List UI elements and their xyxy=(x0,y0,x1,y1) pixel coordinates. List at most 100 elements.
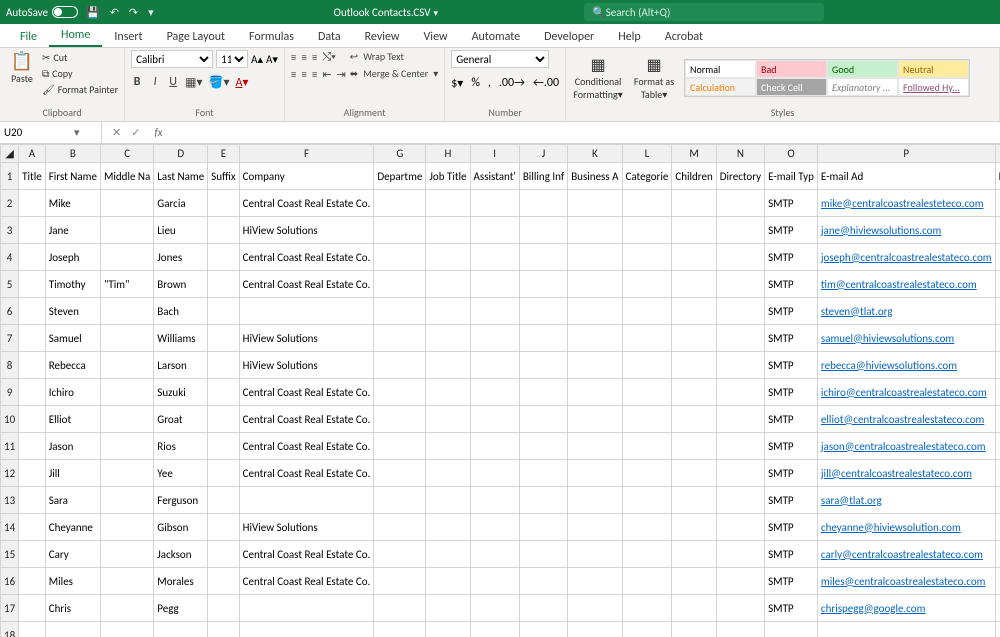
formula-input[interactable] xyxy=(167,126,1000,139)
undo-icon[interactable]: ↶ xyxy=(110,6,119,19)
col-header-B[interactable]: B xyxy=(45,145,100,163)
row-header[interactable]: 3 xyxy=(1,217,19,244)
cell[interactable]: Miles xyxy=(45,568,100,595)
cell[interactable]: Cheyanne xyxy=(45,514,100,541)
cell[interactable]: Company xyxy=(239,163,374,190)
row-header[interactable]: 10 xyxy=(1,406,19,433)
cell[interactable]: E-mail 2 A xyxy=(995,163,1000,190)
cell[interactable] xyxy=(426,406,470,433)
row-header[interactable]: 8 xyxy=(1,352,19,379)
cell[interactable]: Directory xyxy=(716,163,764,190)
cell[interactable] xyxy=(208,325,239,352)
cell[interactable] xyxy=(19,379,46,406)
col-header-C[interactable]: C xyxy=(100,145,153,163)
format-as-table-button[interactable]: ▦Format as Table▾ xyxy=(628,55,680,101)
cell[interactable] xyxy=(239,595,374,622)
cell[interactable] xyxy=(568,244,622,271)
border-button[interactable]: ▦▾ xyxy=(185,75,202,90)
cell[interactable] xyxy=(19,325,46,352)
cell[interactable] xyxy=(519,595,567,622)
style-check-cell[interactable]: Check Cell xyxy=(756,78,827,96)
cell[interactable]: First Name xyxy=(45,163,100,190)
row-header[interactable]: 17 xyxy=(1,595,19,622)
cell[interactable] xyxy=(426,433,470,460)
cell[interactable]: Jackson xyxy=(154,541,208,568)
cell[interactable] xyxy=(716,379,764,406)
cell[interactable] xyxy=(374,406,426,433)
cell[interactable] xyxy=(622,325,672,352)
cell[interactable]: SMTP xyxy=(765,568,818,595)
tab-formulas[interactable]: Formulas xyxy=(237,26,306,47)
enter-icon[interactable]: ✓ xyxy=(131,126,140,139)
orientation-icon[interactable]: ⤭▾ xyxy=(322,50,335,64)
cell[interactable] xyxy=(208,217,239,244)
cell[interactable] xyxy=(519,244,567,271)
italic-button[interactable]: I xyxy=(149,75,161,90)
cell[interactable] xyxy=(374,433,426,460)
col-header-Q[interactable]: Q xyxy=(995,145,1000,163)
name-box-input[interactable] xyxy=(4,126,74,139)
cell[interactable] xyxy=(208,622,239,637)
cell[interactable] xyxy=(426,487,470,514)
cell[interactable] xyxy=(374,379,426,406)
cell[interactable] xyxy=(622,541,672,568)
cell[interactable]: Departme xyxy=(374,163,426,190)
cell[interactable] xyxy=(995,244,1000,271)
cell[interactable] xyxy=(426,514,470,541)
cell[interactable]: carly@centralcoastrealestateco.com xyxy=(817,541,995,568)
row-header[interactable]: 11 xyxy=(1,433,19,460)
cell[interactable] xyxy=(568,271,622,298)
name-box[interactable]: ▾ xyxy=(0,122,102,143)
cell[interactable] xyxy=(426,460,470,487)
cell[interactable] xyxy=(470,217,519,244)
cell[interactable] xyxy=(519,298,567,325)
chevron-down-icon[interactable]: ▾ xyxy=(74,126,80,139)
cell[interactable] xyxy=(239,298,374,325)
col-header-G[interactable]: G xyxy=(374,145,426,163)
currency-button[interactable]: $▾ xyxy=(451,76,463,91)
cell[interactable] xyxy=(208,487,239,514)
cell[interactable]: Samuel xyxy=(45,325,100,352)
cell[interactable] xyxy=(426,298,470,325)
cell[interactable] xyxy=(716,352,764,379)
cell[interactable] xyxy=(716,460,764,487)
cell[interactable]: Central Coast Real Estate Co. xyxy=(239,406,374,433)
tab-acrobat[interactable]: Acrobat xyxy=(653,26,715,47)
cell[interactable] xyxy=(426,379,470,406)
cell[interactable] xyxy=(672,460,716,487)
cell[interactable]: Title xyxy=(19,163,46,190)
cell[interactable]: Bach xyxy=(154,298,208,325)
col-header-J[interactable]: J xyxy=(519,145,567,163)
style-explanatory[interactable]: Explanatory ... xyxy=(827,78,898,96)
cell[interactable] xyxy=(208,514,239,541)
cell[interactable]: SMTP xyxy=(765,271,818,298)
col-header-P[interactable]: P xyxy=(817,145,995,163)
qat-more-icon[interactable]: ▾ xyxy=(148,6,154,19)
style-neutral[interactable]: Neutral xyxy=(898,60,969,78)
cell[interactable] xyxy=(100,379,153,406)
fill-color-button[interactable]: 🪣▾ xyxy=(209,75,230,90)
row-header[interactable]: 14 xyxy=(1,514,19,541)
cell[interactable] xyxy=(426,541,470,568)
cell[interactable] xyxy=(374,325,426,352)
cell[interactable] xyxy=(622,379,672,406)
cell[interactable] xyxy=(995,271,1000,298)
cell[interactable] xyxy=(374,487,426,514)
cell[interactable]: Morales xyxy=(154,568,208,595)
cell[interactable] xyxy=(374,514,426,541)
cell[interactable] xyxy=(19,406,46,433)
font-name-select[interactable]: Calibri xyxy=(131,50,213,68)
cut-button[interactable]: ✂Cut xyxy=(42,50,118,66)
cell[interactable] xyxy=(716,433,764,460)
cell[interactable] xyxy=(100,352,153,379)
cell[interactable] xyxy=(568,190,622,217)
cell[interactable] xyxy=(995,217,1000,244)
cell[interactable]: Assistant' xyxy=(470,163,519,190)
cell[interactable] xyxy=(995,595,1000,622)
cell[interactable]: Mike xyxy=(45,190,100,217)
cell[interactable] xyxy=(426,352,470,379)
cell[interactable]: "Tim" xyxy=(100,271,153,298)
cell[interactable]: joseph@centralcoastrealestateco.com xyxy=(817,244,995,271)
cell[interactable]: Jason xyxy=(45,433,100,460)
cell[interactable] xyxy=(100,541,153,568)
